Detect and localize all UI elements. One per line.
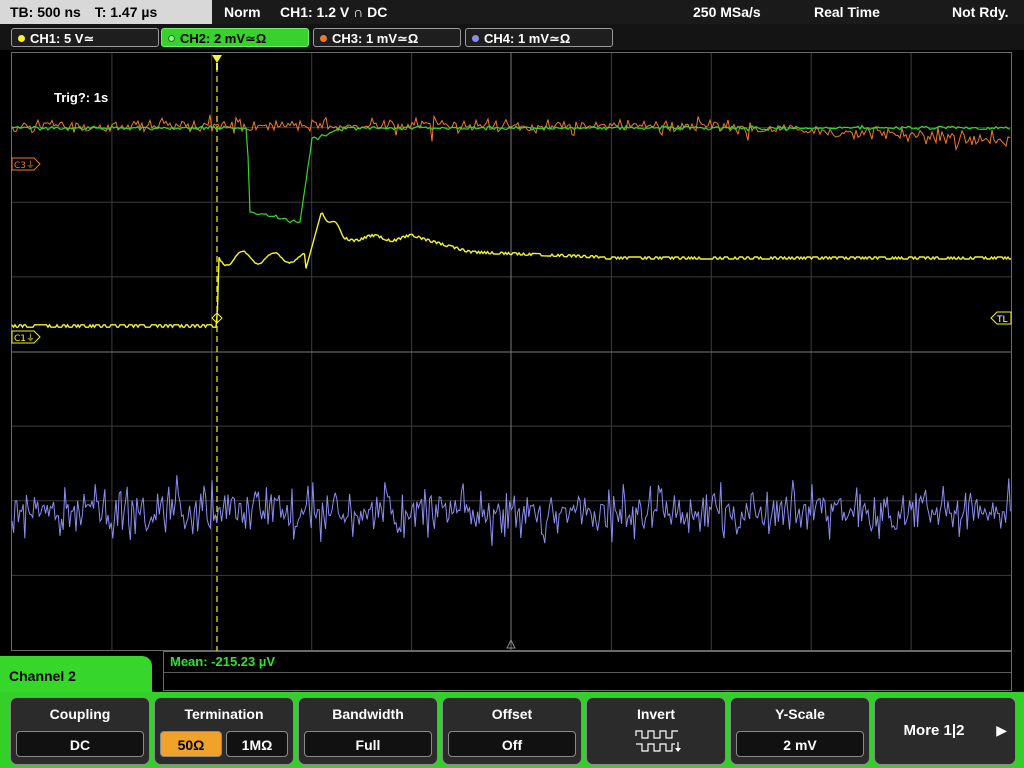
measurement-divider <box>164 672 1011 673</box>
termination-softkey[interactable]: Termination 50Ω 1MΩ <box>154 697 294 765</box>
trigger-level-label: TL <box>996 315 1008 325</box>
invert-softkey[interactable]: Invert <box>586 697 726 765</box>
yscale-title: Y-Scale <box>775 706 825 722</box>
ch3-marker-label: C3⏚ <box>14 160 35 171</box>
termination-title: Termination <box>184 706 264 722</box>
termination-50ohm-option[interactable]: 50Ω <box>160 731 222 757</box>
ch3-marker[interactable]: C3⏚ <box>11 157 41 171</box>
more-label: More 1|2 <box>903 722 965 739</box>
ch1-marker-label: C1⏚ <box>14 333 35 344</box>
more-softkey[interactable]: More 1|2 ▶ <box>874 697 1016 765</box>
mean-measurement: Mean: -215.23 µV <box>170 654 276 669</box>
measurement-panel[interactable]: Mean: -215.23 µV <box>163 651 1012 691</box>
waveform-canvas: C3⏚ C1⏚ TL <box>11 53 1012 651</box>
invert-icon <box>635 730 681 752</box>
yscale-value[interactable]: 2 mV <box>736 731 864 757</box>
coupling-softkey[interactable]: Coupling DC <box>10 697 150 765</box>
graticule-center <box>12 53 1011 650</box>
coupling-value[interactable]: DC <box>16 731 144 757</box>
coupling-title: Coupling <box>49 706 111 722</box>
trigger-position-icon <box>212 55 222 63</box>
bandwidth-title: Bandwidth <box>332 706 404 722</box>
trigger-timeout-label: Trig?: 1s <box>54 90 109 105</box>
ch1-marker[interactable]: C1⏚ <box>11 330 41 344</box>
bandwidth-value[interactable]: Full <box>304 731 432 757</box>
bandwidth-softkey[interactable]: Bandwidth Full <box>298 697 438 765</box>
trigger-level-marker[interactable]: TL <box>990 311 1012 325</box>
invert-title: Invert <box>636 706 676 722</box>
offset-value[interactable]: Off <box>448 731 576 757</box>
yscale-softkey[interactable]: Y-Scale 2 mV <box>730 697 870 765</box>
offset-softkey[interactable]: Offset Off <box>442 697 582 765</box>
offset-title: Offset <box>491 706 533 722</box>
play-arrow-icon: ▶ <box>996 722 1007 738</box>
termination-1mohm-option[interactable]: 1MΩ <box>226 731 288 757</box>
